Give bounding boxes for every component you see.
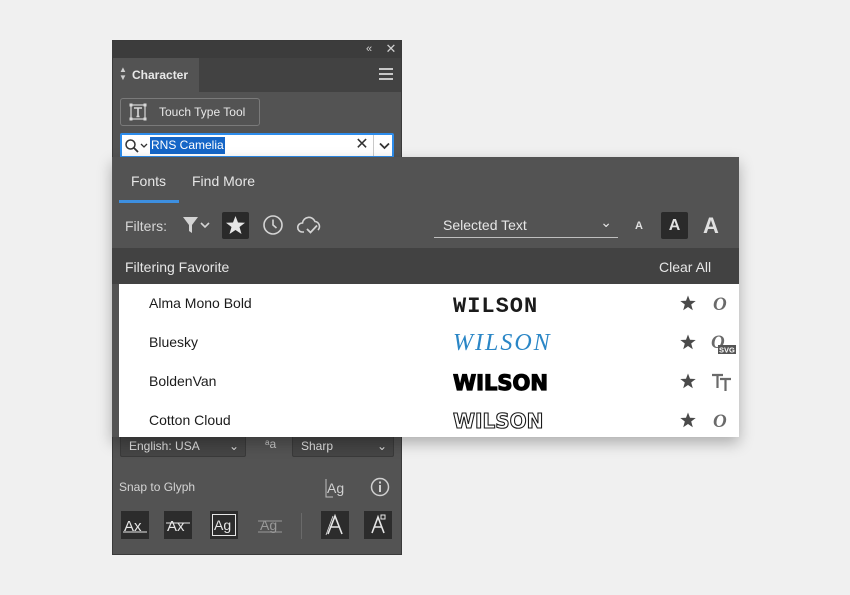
font-preview-sample: WILSON [453,330,552,356]
snap-glyph-bounds-button[interactable]: Ag [210,511,238,539]
panel-titlebar: « ✕ [113,41,401,58]
flyout-tabs: Fonts Find More [112,157,739,203]
clear-all-link[interactable]: Clear All [659,259,711,275]
panel-tab-row: ▲ ▼ Character [113,58,401,92]
snap-baseline-button[interactable]: Ax [121,511,149,539]
panel-menu-icon[interactable] [379,68,393,80]
medium-preview-size-button[interactable]: A [661,212,688,239]
filter-status-bar: Filtering Favorite Clear All [112,248,739,284]
font-name: Bluesky [149,334,199,350]
truetype-icon [712,373,731,391]
filter-row: Filters: Selected Text ⌄ A A A [112,203,739,248]
svg-text:O: O [713,411,727,432]
svg-text:WILSON: WILSON [453,409,543,433]
svg-text:Ag: Ag [214,517,231,533]
small-preview-size-button[interactable]: A [635,220,643,232]
antialias-value: Sharp [301,439,334,453]
svg-text:Ag: Ag [260,517,277,533]
font-preview-sample: WILSON [453,294,538,319]
chevron-down-icon: ⌄ [600,214,612,230]
favorites-filter-button[interactable] [222,212,249,239]
preview-text-value: Selected Text [443,217,527,233]
favorite-star-icon[interactable] [679,333,697,351]
font-preview-sample: WILSON [453,408,544,433]
svg-text:WILSON: WILSON [453,330,552,356]
favorite-star-icon[interactable] [679,372,697,390]
font-row-alma-mono-bold[interactable]: Alma Mono Bold WILSON O [119,284,739,323]
font-list: Alma Mono Bold WILSON O Bluesky WILSON O [119,284,739,437]
font-row-boldenvan[interactable]: BoldenVan WILSON [119,362,739,401]
recently-added-clock-icon[interactable] [260,212,286,238]
collapse-icon[interactable]: « [362,42,376,56]
favorite-star-icon[interactable] [679,411,697,429]
tab-character[interactable]: ▲ ▼ Character [113,58,199,92]
opentype-icon: O [713,411,727,432]
search-input[interactable]: RNS Camelia [150,137,225,154]
snap-angular-guides-button[interactable] [321,511,349,539]
snap-anchor-point-button[interactable] [364,511,392,539]
svg-text:WILSON: WILSON [453,371,548,395]
touch-type-tool-button[interactable]: Touch Type Tool [120,98,260,126]
font-list-flyout: Fonts Find More Filters: Selected Text ⌄… [112,157,739,437]
font-row-bluesky[interactable]: Bluesky WILSON O SVG [119,323,739,362]
svg-text:Ag: Ag [327,480,344,496]
tab-fonts[interactable]: Fonts [131,173,166,189]
tab-character-label: Character [132,68,189,82]
expand-collapse-icon: ▲ ▼ [119,65,127,82]
font-row-cotton-cloud[interactable]: Cotton Cloud WILSON O [119,401,739,440]
activated-fonts-cloud-icon[interactable] [296,212,324,238]
clear-search-icon[interactable]: ✕ [354,136,370,154]
touch-type-tool-label: Touch Type Tool [159,105,246,119]
snap-xheight-button[interactable]: Ax [164,511,192,539]
font-preview-sample: WILSON [453,370,549,395]
opentype-icon: O [713,294,727,315]
close-icon[interactable]: ✕ [384,42,398,56]
language-value: English: USA [129,439,200,453]
font-search-field[interactable]: RNS Camelia ✕ [120,133,394,158]
svg-text:SVG: SVG [719,346,735,355]
glyph-geometry-icon[interactable]: Ag [324,475,348,499]
filter-classification-icon[interactable] [181,212,213,238]
preview-text-select[interactable]: Selected Text ⌄ [434,213,618,238]
filters-label: Filters: [125,218,167,234]
divider [301,513,302,539]
tab-find-more[interactable]: Find More [192,173,255,189]
info-icon[interactable] [368,475,392,499]
search-icon[interactable] [124,138,150,154]
snap-proximity-guides-button[interactable]: Ag [256,511,284,539]
svg-text:Ax: Ax [167,518,185,535]
opentype-svg-icon: O SVG [711,332,736,355]
large-preview-size-button[interactable]: A [703,213,719,239]
font-list-dropdown-icon[interactable] [373,135,395,156]
touch-type-icon [129,103,147,121]
favorite-star-icon[interactable] [679,294,697,312]
svg-text:WILSON: WILSON [453,294,538,319]
font-name: Alma Mono Bold [149,295,252,311]
star-icon [226,216,245,234]
font-name: Cotton Cloud [149,412,231,428]
filter-status-text: Filtering Favorite [125,259,230,275]
svg-text:O: O [713,294,727,315]
font-name: BoldenVan [149,373,217,389]
snap-to-glyph-label: Snap to Glyph [119,480,196,494]
